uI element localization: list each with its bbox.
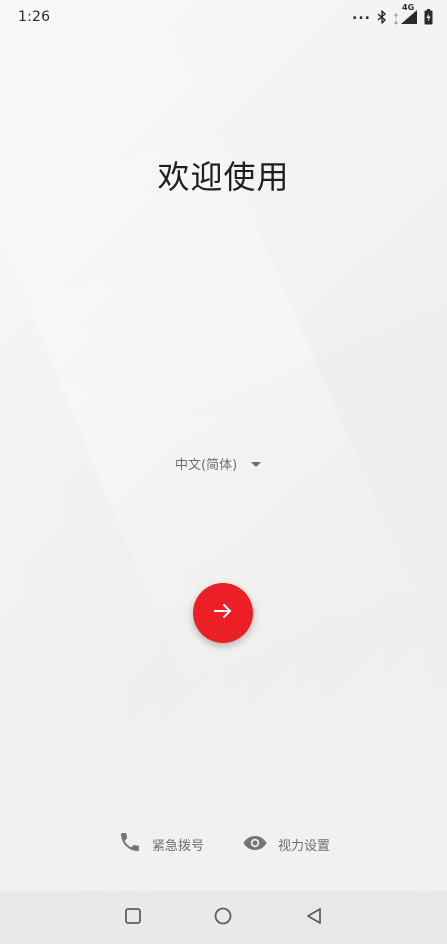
signal-group: 4G [400,3,418,25]
eye-icon [242,830,268,858]
status-time: 1:26 [18,9,51,25]
bluetooth-icon [377,10,387,24]
network-label: 4G [402,3,415,12]
navigation-bar [0,891,447,944]
status-bar: 1:26 ... 4G [0,0,447,34]
phone-icon [118,830,142,858]
arrow-right-icon [213,601,233,625]
notification-overflow-icon: ... [352,7,371,23]
vision-settings-label: 视力设置 [278,838,331,854]
recents-square-icon [124,907,142,929]
recents-button[interactable] [118,903,148,933]
welcome-title: 欢迎使用 [157,158,290,196]
vision-settings-button[interactable]: 视力设置 [242,830,330,858]
emergency-call-button[interactable]: 紧急拨号 [118,830,204,858]
language-selected-value: 中文(简体) [175,458,238,473]
chevron-down-icon [251,462,262,467]
data-arrows-icon [393,13,399,25]
language-dropdown[interactable]: 中文(简体) [175,454,262,473]
network-type: 4G [393,3,418,25]
welcome-screen: 1:26 ... 4G 欢迎使用 中文(简体) 紧急拨号 视力设置 [0,0,447,944]
emergency-call-label: 紧急拨号 [152,838,205,854]
next-button[interactable] [193,583,253,643]
bottom-actions: 紧急拨号 视力设置 [118,830,330,858]
back-triangle-icon [305,907,323,929]
back-button[interactable] [299,903,329,933]
home-button[interactable] [208,903,238,933]
battery-charging-icon [424,9,433,25]
home-circle-icon [213,906,233,930]
status-icons: ... 4G [352,3,433,25]
